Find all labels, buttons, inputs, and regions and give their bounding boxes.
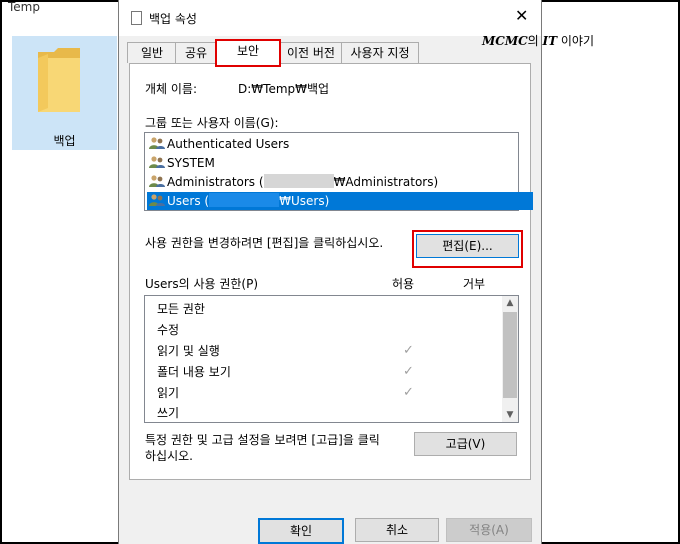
permission-row: 읽기 ✓ <box>157 383 457 403</box>
scroll-up-icon[interactable]: ▲ <box>502 298 518 308</box>
users-icon <box>149 137 165 149</box>
user-name-suffix: ₩Administrators) <box>333 175 439 189</box>
scroll-down-icon[interactable]: ▼ <box>502 410 518 420</box>
dialog-titlebar[interactable]: 백업 속성 ✕ <box>119 0 541 36</box>
permissions-list: 모든 권한 수정 읽기 및 실행 ✓ 폴더 내용 보기 ✓ 읽기 ✓ 쓰기 ▲ ▼ <box>144 295 519 423</box>
user-name: SYSTEM <box>167 156 215 170</box>
watermark-tail: 이야기 <box>557 34 595 48</box>
selected-row: Users ( ₩Users) <box>147 192 534 210</box>
permission-row: 모든 권한 <box>157 299 205 319</box>
explorer-title: Temp <box>8 0 40 14</box>
tab-previous-versions[interactable]: 이전 버전 <box>279 42 343 63</box>
cancel-button[interactable]: 취소 <box>355 518 439 542</box>
group-label: 그룹 또는 사용자 이름(G): <box>145 116 279 130</box>
change-hint: 사용 권한을 변경하려면 [편집]을 클릭하십시오. <box>145 236 384 250</box>
watermark-mid: 의 <box>527 34 543 48</box>
tab-security[interactable]: 보안 <box>215 39 281 67</box>
user-name-prefix: Administrators ( <box>167 175 264 189</box>
user-name-suffix: ₩Users) <box>279 194 330 208</box>
permission-name: 수정 <box>157 323 180 337</box>
redacted-block <box>209 193 280 207</box>
permissions-scrollbar[interactable]: ▲ ▼ <box>502 296 518 422</box>
permission-name: 쓰기 <box>157 406 180 420</box>
tab-sharing[interactable]: 공유 <box>175 42 217 63</box>
folder-item[interactable]: 백업 <box>12 36 117 150</box>
permission-row: 쓰기 <box>157 403 179 423</box>
allow-header: 허용 <box>392 277 415 291</box>
permission-row: 수정 <box>157 320 179 340</box>
users-icon <box>149 194 165 206</box>
users-list[interactable]: Authenticated Users SYSTEM Administrator… <box>144 132 534 211</box>
ok-button[interactable]: 확인 <box>258 518 344 544</box>
permissions-label: Users의 사용 권한(P) <box>145 277 259 291</box>
redacted-block <box>263 174 334 188</box>
security-panel: 개체 이름: D:₩Temp₩백업 그룹 또는 사용자 이름(G): Authe… <box>129 63 534 480</box>
list-item[interactable]: SYSTEM <box>149 154 215 172</box>
permission-name: 읽기 및 실행 <box>157 344 220 358</box>
folder-icon <box>38 48 80 112</box>
allow-check-icon: ✓ <box>403 343 414 358</box>
watermark-it: IT <box>542 34 558 48</box>
close-icon[interactable]: ✕ <box>515 8 528 24</box>
permission-name: 읽기 <box>157 386 180 400</box>
users-icon <box>149 175 165 187</box>
permission-name: 모든 권한 <box>157 302 205 316</box>
allow-check-icon: ✓ <box>403 385 414 400</box>
edit-button[interactable]: 편집(E)... <box>412 230 523 268</box>
permission-row: 폴더 내용 보기 ✓ <box>157 362 457 382</box>
list-item[interactable]: Authenticated Users <box>149 135 289 153</box>
watermark: MCMC의 IT 이야기 <box>482 32 594 49</box>
deny-header: 거부 <box>463 277 486 291</box>
properties-dialog: 백업 속성 ✕ 일반 공유 보안 이전 버전 사용자 지정 개체 이름: D:₩… <box>118 0 542 544</box>
advanced-button[interactable]: 고급(V) <box>414 432 517 456</box>
permission-row: 읽기 및 실행 ✓ <box>157 341 457 361</box>
advanced-hint-line1: 특정 권한 및 고급 설정을 보려면 [고급]을 클릭 <box>145 433 380 447</box>
list-item[interactable]: Users ( ₩Users) <box>147 192 534 210</box>
properties-icon <box>131 11 142 25</box>
users-icon <box>149 156 165 168</box>
list-item[interactable]: Administrators ( ₩Administrators) <box>149 173 438 191</box>
allow-check-icon: ✓ <box>403 364 414 379</box>
dialog-title: 백업 속성 <box>149 12 197 26</box>
edit-button-label: 편집(E)... <box>416 234 519 258</box>
user-name-prefix: Users ( <box>167 194 210 208</box>
folder-label: 백업 <box>53 134 76 148</box>
tab-general[interactable]: 일반 <box>127 42 177 63</box>
object-name-label: 개체 이름: <box>145 82 198 96</box>
user-name: Authenticated Users <box>167 137 290 151</box>
advanced-hint-line2: 하십시오. <box>145 449 193 463</box>
permission-name: 폴더 내용 보기 <box>157 365 231 379</box>
watermark-brand: MCMC <box>482 34 528 48</box>
tab-customize[interactable]: 사용자 지정 <box>341 42 419 63</box>
apply-button[interactable]: 적용(A) <box>446 518 532 542</box>
scroll-thumb[interactable] <box>503 312 517 398</box>
object-name-value: D:₩Temp₩백업 <box>238 82 330 96</box>
